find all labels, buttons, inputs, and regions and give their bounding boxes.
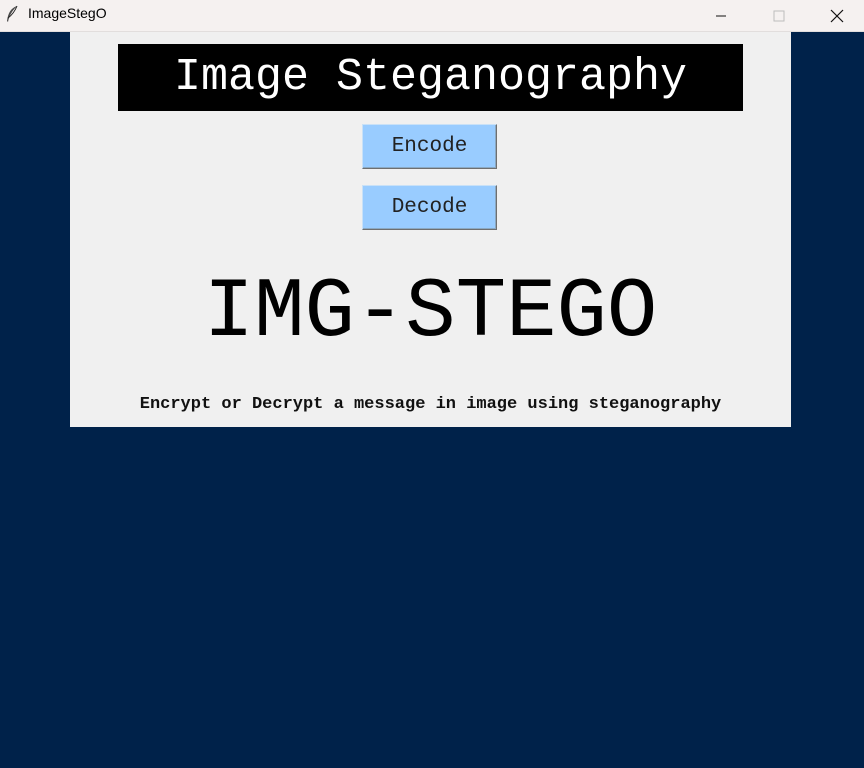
page-title: Image Steganography xyxy=(118,44,743,111)
window-title: ImageStegO xyxy=(28,5,107,21)
title-bar[interactable]: ImageStegO xyxy=(0,0,864,32)
minimize-button[interactable] xyxy=(692,0,750,31)
encode-button[interactable]: Encode xyxy=(362,124,497,169)
minimize-icon xyxy=(715,10,727,22)
decode-button[interactable]: Decode xyxy=(362,185,497,230)
close-icon xyxy=(830,9,844,23)
maximize-icon xyxy=(773,10,785,22)
logo-text: IMG-STEGO xyxy=(203,266,658,361)
close-button[interactable] xyxy=(808,0,864,31)
main-panel: Image Steganography Encode Decode IMG-ST… xyxy=(70,32,791,427)
tagline: Encrypt or Decrypt a message in image us… xyxy=(139,395,722,414)
maximize-button[interactable] xyxy=(750,0,808,31)
feather-icon xyxy=(5,5,19,23)
